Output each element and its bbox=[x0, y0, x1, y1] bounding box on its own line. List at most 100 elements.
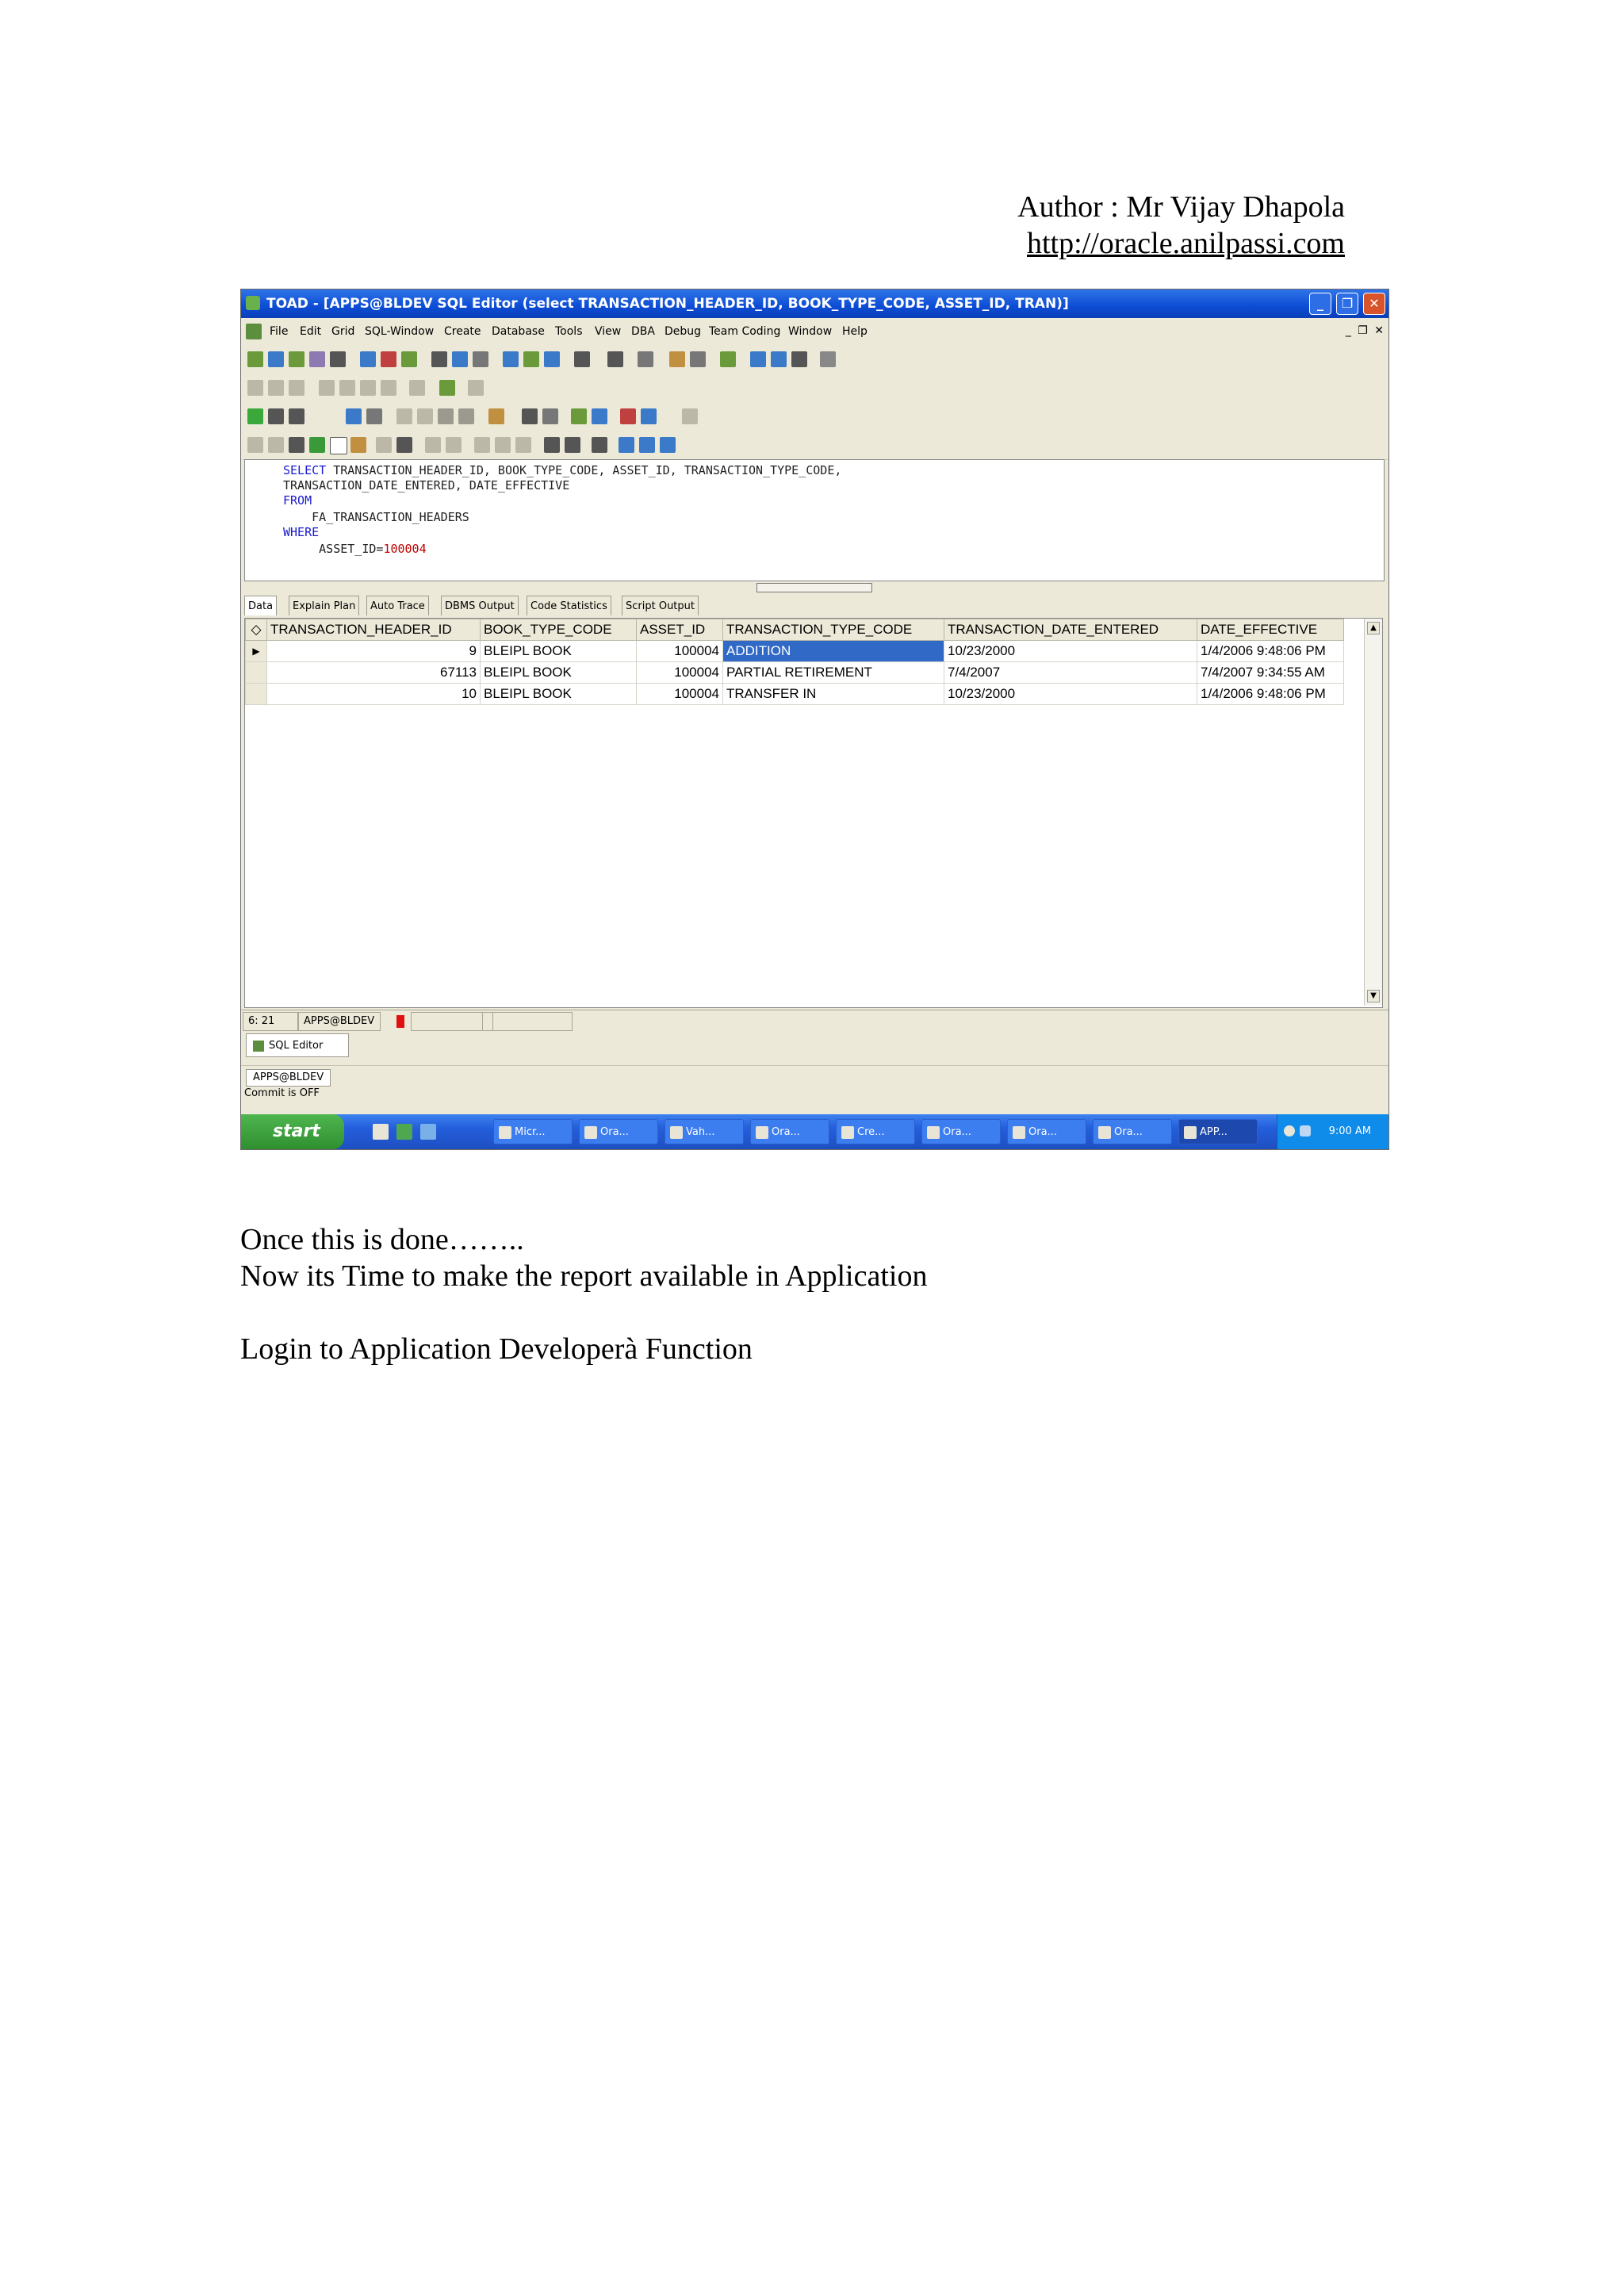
tab-explain-plan[interactable]: Explain Plan bbox=[289, 596, 360, 615]
toolbar-icon[interactable] bbox=[446, 437, 462, 453]
toolbar-icon[interactable] bbox=[330, 351, 346, 367]
toolbar-icon[interactable] bbox=[515, 437, 531, 453]
tray-icon[interactable] bbox=[1284, 1125, 1295, 1137]
taskbar-item[interactable]: Ora... bbox=[750, 1119, 829, 1144]
toolbar-icon[interactable] bbox=[639, 437, 655, 453]
grid-cell[interactable]: 10/23/2000 bbox=[944, 683, 1197, 705]
toolbar-icon[interactable] bbox=[495, 437, 511, 453]
taskbar-item[interactable]: Vah... bbox=[665, 1119, 744, 1144]
start-button[interactable]: start bbox=[241, 1114, 344, 1149]
toolbar-icon[interactable] bbox=[522, 408, 538, 424]
menu-edit[interactable]: Edit bbox=[300, 318, 321, 345]
toolbar-icon[interactable] bbox=[396, 408, 412, 424]
toolbar-icon[interactable] bbox=[750, 351, 766, 367]
toolbar-icon[interactable] bbox=[289, 380, 304, 396]
menu-help[interactable]: Help bbox=[842, 318, 868, 345]
toolbar-icon[interactable] bbox=[619, 437, 634, 453]
grid-cell[interactable]: PARTIAL RETIREMENT bbox=[722, 661, 944, 684]
taskbar-item-active[interactable]: APP... bbox=[1178, 1119, 1258, 1144]
toolbar-icon[interactable] bbox=[641, 408, 657, 424]
taskbar-item[interactable]: Ora... bbox=[1093, 1119, 1172, 1144]
toolbar-icon[interactable] bbox=[431, 351, 447, 367]
toolbar-icon[interactable] bbox=[503, 351, 519, 367]
toolbar-icon[interactable] bbox=[268, 437, 284, 453]
sql-editor[interactable]: SELECT TRANSACTION_HEADER_ID, BOOK_TYPE_… bbox=[244, 459, 1385, 581]
grid-cell[interactable]: BLEIPL BOOK bbox=[480, 661, 637, 684]
grid-corner[interactable]: ◇ bbox=[245, 619, 267, 641]
grid-cell[interactable]: BLEIPL BOOK bbox=[480, 683, 637, 705]
menu-window[interactable]: Window bbox=[788, 318, 832, 345]
scroll-up-icon[interactable]: ▲ bbox=[1367, 622, 1380, 634]
table-row[interactable]: ▶ 9 BLEIPL BOOK 100004 ADDITION 10/23/20… bbox=[245, 640, 1344, 662]
menu-debug[interactable]: Debug bbox=[665, 318, 701, 345]
clock[interactable]: 9:00 AM bbox=[1329, 1114, 1371, 1149]
toolbar-icon[interactable] bbox=[468, 380, 484, 396]
toolbar-icon[interactable] bbox=[638, 351, 653, 367]
toolbar-icon[interactable] bbox=[396, 437, 412, 453]
author-url-link[interactable]: http://oracle.anilpassi.com bbox=[1027, 225, 1345, 262]
taskbar-item[interactable]: Ora... bbox=[921, 1119, 1001, 1144]
menu-file[interactable]: File bbox=[270, 318, 288, 345]
tab-data[interactable]: Data bbox=[244, 596, 278, 615]
grid-cell[interactable]: 100004 bbox=[636, 683, 723, 705]
connection-tab[interactable]: APPS@BLDEV bbox=[246, 1069, 331, 1087]
grid-cell-selected[interactable]: ADDITION bbox=[722, 640, 944, 662]
menu-grid[interactable]: Grid bbox=[331, 318, 354, 345]
tab-dbms-output[interactable]: DBMS Output bbox=[441, 596, 519, 615]
mdi-window-controls[interactable]: _ ❐ ✕ bbox=[1346, 323, 1385, 339]
toolbar-icon[interactable] bbox=[360, 351, 376, 367]
toolbar-icon[interactable] bbox=[360, 380, 376, 396]
column-header[interactable]: TRANSACTION_TYPE_CODE bbox=[722, 619, 944, 641]
menu-database[interactable]: Database bbox=[492, 318, 545, 345]
grid-cell[interactable]: 100004 bbox=[636, 661, 723, 684]
results-grid[interactable]: ◇ TRANSACTION_HEADER_ID BOOK_TYPE_CODE A… bbox=[244, 618, 1383, 1008]
grid-cell[interactable]: 7/4/2007 9:34:55 AM bbox=[1197, 661, 1344, 684]
table-row[interactable]: 67113 BLEIPL BOOK 100004 PARTIAL RETIREM… bbox=[245, 661, 1344, 684]
toolbar-icon[interactable] bbox=[268, 380, 284, 396]
toolbar-icon[interactable] bbox=[592, 408, 607, 424]
toolbar-icon[interactable] bbox=[417, 408, 433, 424]
tab-auto-trace[interactable]: Auto Trace bbox=[366, 596, 429, 615]
menu-tools[interactable]: Tools bbox=[555, 318, 583, 345]
toolbar-icon[interactable] bbox=[409, 380, 425, 396]
toolbar-icon[interactable] bbox=[289, 408, 304, 424]
grid-cell[interactable]: 100004 bbox=[636, 640, 723, 662]
toolbar-icon[interactable] bbox=[473, 351, 488, 367]
toolbar-icon[interactable] bbox=[289, 351, 304, 367]
column-header[interactable]: TRANSACTION_HEADER_ID bbox=[266, 619, 481, 641]
toolbar-icon[interactable] bbox=[268, 408, 284, 424]
toolbar-icon[interactable] bbox=[330, 437, 347, 454]
toolbar-icon[interactable] bbox=[346, 408, 362, 424]
toolbar-icon[interactable] bbox=[565, 437, 580, 453]
toolbar-icon[interactable] bbox=[820, 351, 836, 367]
toolbar-icon[interactable] bbox=[620, 408, 636, 424]
close-button[interactable]: ✕ bbox=[1363, 293, 1385, 315]
grid-cell[interactable]: 7/4/2007 bbox=[944, 661, 1197, 684]
toolbar-icon[interactable] bbox=[425, 437, 441, 453]
menu-sql-window[interactable]: SQL-Window bbox=[365, 318, 434, 345]
menu-create[interactable]: Create bbox=[444, 318, 481, 345]
table-row[interactable]: 10 BLEIPL BOOK 100004 TRANSFER IN 10/23/… bbox=[245, 683, 1344, 705]
menu-dba[interactable]: DBA bbox=[631, 318, 655, 345]
tab-script-output[interactable]: Script Output bbox=[622, 596, 699, 615]
menu-team-coding[interactable]: Team Coding bbox=[709, 318, 780, 345]
toolbar-icon[interactable] bbox=[350, 437, 366, 453]
toolbar-icon[interactable] bbox=[376, 437, 392, 453]
toolbar-icon[interactable] bbox=[682, 408, 698, 424]
toolbar-icon[interactable] bbox=[247, 380, 263, 396]
toolbar-icon[interactable] bbox=[488, 408, 504, 424]
splitter-handle[interactable] bbox=[756, 583, 872, 592]
toolbar-icon[interactable] bbox=[339, 380, 355, 396]
vertical-scrollbar[interactable]: ▲ ▼ bbox=[1364, 619, 1382, 1006]
toolbar-icon[interactable] bbox=[452, 351, 468, 367]
commit-icon[interactable] bbox=[438, 408, 454, 424]
toolbar-icon[interactable] bbox=[791, 351, 807, 367]
toolbar-icon[interactable] bbox=[574, 351, 590, 367]
toolbar-icon[interactable] bbox=[720, 351, 736, 367]
toolbar-icon[interactable] bbox=[439, 380, 455, 396]
grid-cell[interactable]: TRANSFER IN bbox=[722, 683, 944, 705]
toolbar-icon[interactable] bbox=[381, 351, 396, 367]
tab-code-statistics[interactable]: Code Statistics bbox=[527, 596, 611, 615]
taskbar-item[interactable]: Ora... bbox=[579, 1119, 658, 1144]
taskbar-item[interactable]: Cre... bbox=[836, 1119, 915, 1144]
